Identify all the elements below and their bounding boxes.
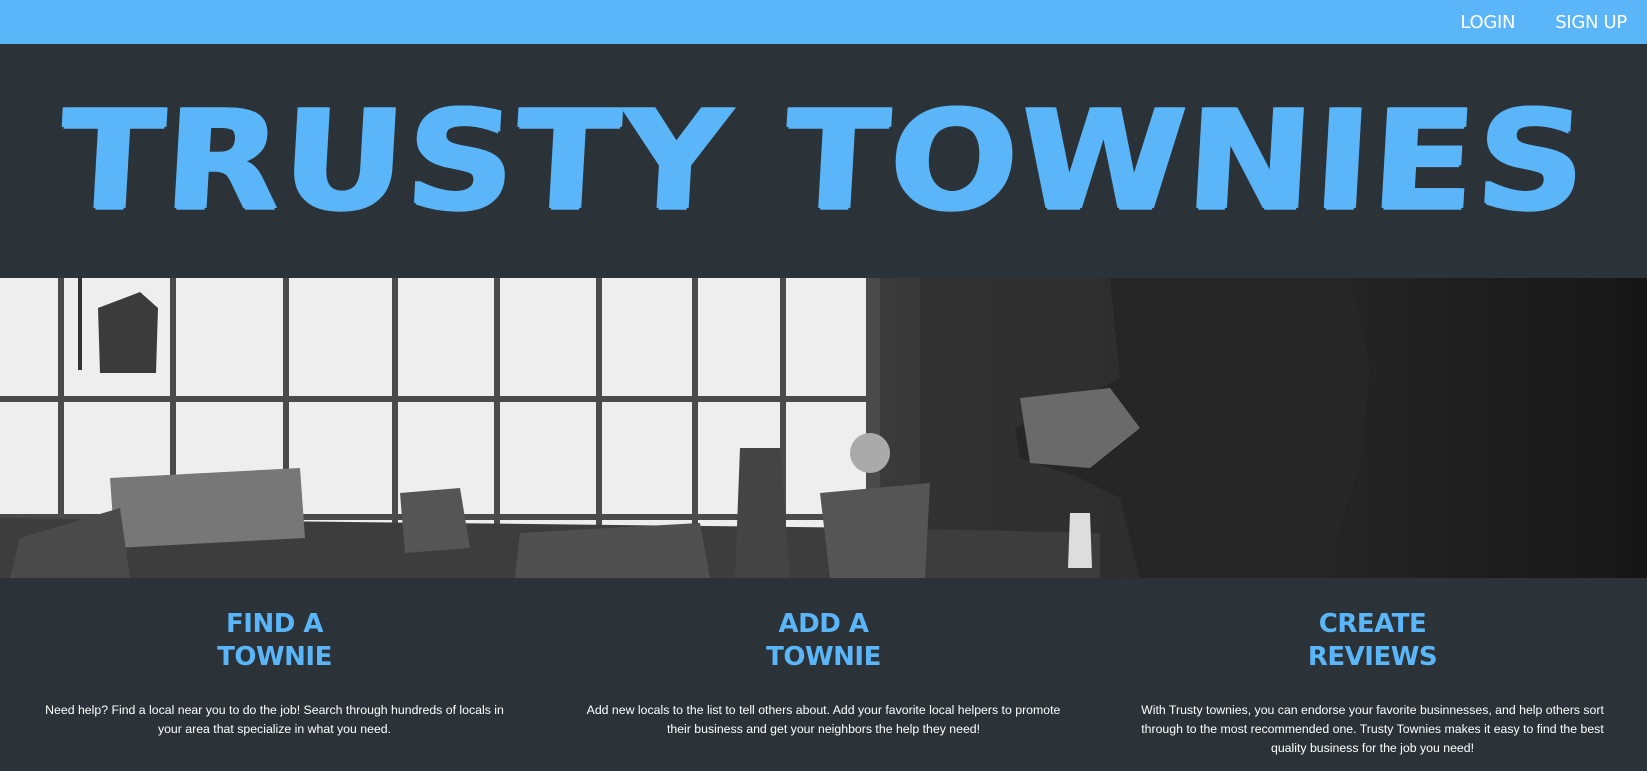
feature-title-line1: ADD A [778, 609, 869, 639]
feature-title: ADD A TOWNIE [766, 608, 881, 674]
workshop-banner-image [0, 278, 1647, 578]
feature-description: With Trusty townies, you can endorse you… [1141, 703, 1604, 755]
feature-title-line1: CREATE [1318, 609, 1427, 639]
feature-title-line2: TOWNIE [217, 642, 332, 672]
feature-create-reviews: CREATE REVIEWS With Trusty townies, you … [1098, 578, 1647, 771]
feature-title-line1: FIND A [226, 609, 323, 639]
signup-link[interactable]: SIGN UP [1555, 12, 1627, 33]
feature-title-line2: TOWNIE [766, 642, 881, 672]
login-link[interactable]: LOGIN [1460, 12, 1515, 33]
feature-title: CREATE REVIEWS [1307, 608, 1438, 674]
features-section: FIND A TOWNIE Need help? Find a local ne… [0, 578, 1647, 771]
feature-description: Add new locals to the list to tell other… [586, 703, 1061, 736]
hero-section: TRUSTY TOWNIES [0, 44, 1647, 278]
feature-title: FIND A TOWNIE [217, 608, 332, 674]
feature-description: Need help? Find a local near you to do t… [45, 703, 504, 736]
site-title: TRUSTY TOWNIES [55, 80, 1592, 242]
workshop-photo-icon [0, 278, 1647, 578]
feature-title-line2: REVIEWS [1307, 642, 1438, 672]
feature-add-townie: ADD A TOWNIE Add new locals to the list … [549, 578, 1098, 771]
top-navbar: LOGIN SIGN UP [0, 0, 1647, 44]
feature-find-townie: FIND A TOWNIE Need help? Find a local ne… [0, 578, 549, 771]
